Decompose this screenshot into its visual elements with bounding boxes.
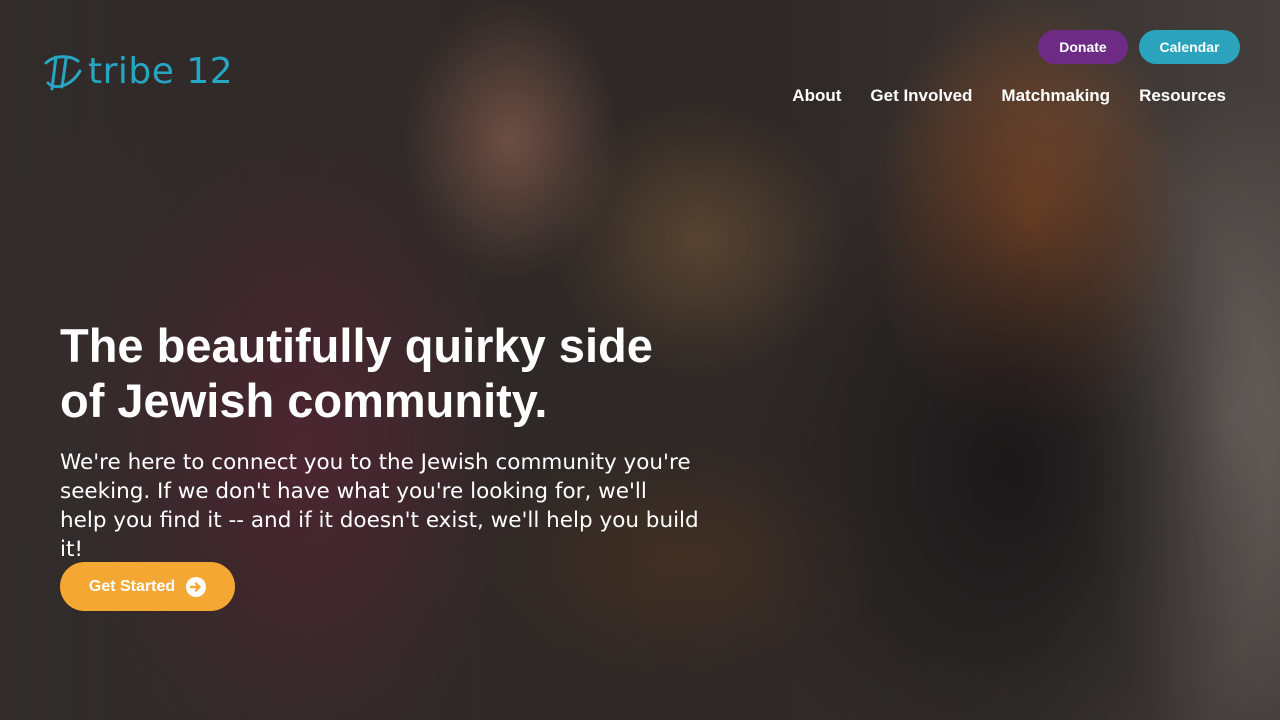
nav-item-resources[interactable]: Resources — [1139, 86, 1226, 106]
hero-headline: The beautifully quirky side of Jewish co… — [60, 318, 720, 428]
hero-headline-line-1: The beautifully quirky side — [60, 319, 653, 372]
nav-item-matchmaking[interactable]: Matchmaking — [1001, 86, 1110, 106]
logo-text: tribe 12 — [88, 51, 234, 92]
hero-headline-line-2: of Jewish community. — [60, 374, 548, 427]
donate-button[interactable]: Donate — [1038, 30, 1128, 64]
tribe12-logo-mark-icon — [44, 55, 82, 91]
arrow-right-circle-icon — [186, 576, 207, 597]
main-nav: About Get Involved Matchmaking Resources — [792, 86, 1226, 106]
nav-item-get-involved[interactable]: Get Involved — [870, 86, 972, 106]
site-logo[interactable]: tribe 12 — [42, 50, 233, 94]
calendar-button[interactable]: Calendar — [1139, 30, 1240, 64]
get-started-label: Get Started — [88, 577, 176, 595]
hero-subtext: We're here to connect you to the Jewish … — [60, 450, 699, 562]
header-actions: Donate Calendar — [1038, 30, 1240, 64]
nav-item-about[interactable]: About — [792, 86, 841, 106]
get-started-button[interactable]: Get Started — [60, 562, 235, 611]
